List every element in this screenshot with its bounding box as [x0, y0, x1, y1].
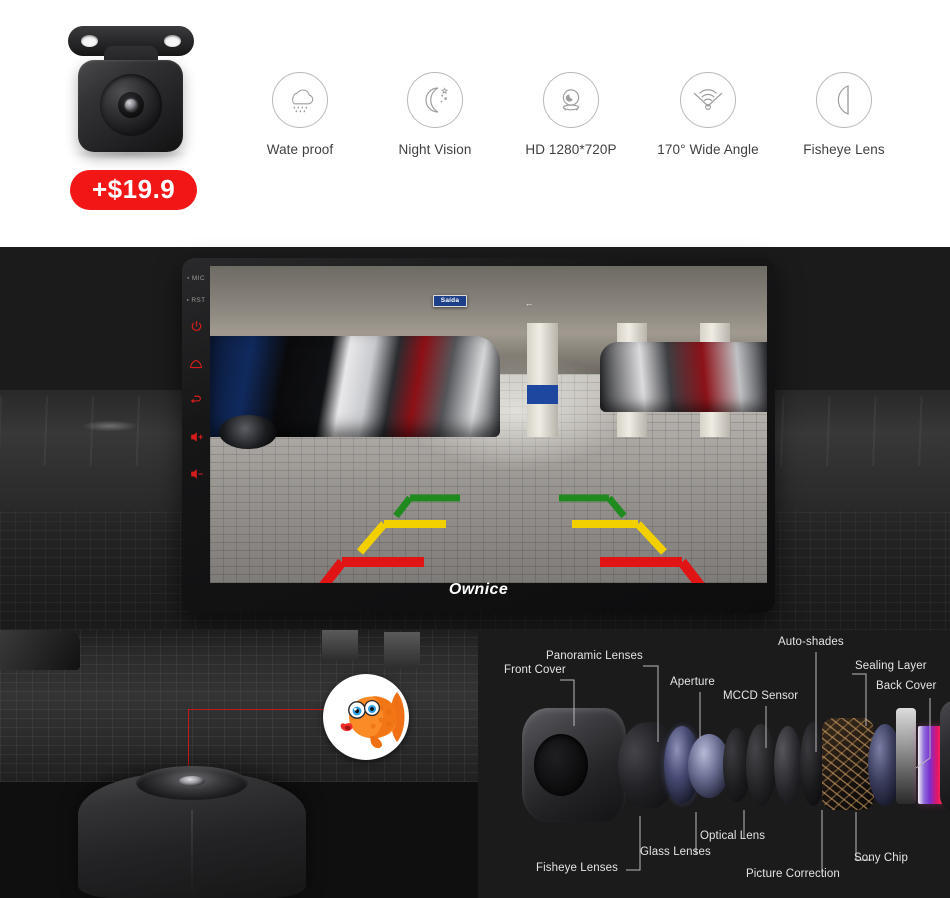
part-lens-spacer [774, 726, 802, 804]
feature-icon-circle [272, 72, 328, 128]
fisheye-dome [136, 766, 248, 800]
part-optical-lens-ring [746, 724, 776, 806]
mic-indicator: MIC [182, 275, 210, 283]
callout-line-vertical [188, 709, 189, 771]
garage-crate [322, 630, 358, 660]
label-sony-chip: Sony Chip [854, 852, 908, 864]
volume-up-icon[interactable] [182, 431, 210, 446]
feature-item-wide-angle[interactable]: 170° Wide Angle [647, 72, 769, 157]
reset-indicator[interactable]: RST [182, 297, 210, 305]
feature-icon-circle [680, 72, 736, 128]
part-circuit-board [822, 718, 874, 810]
label-fisheye-lenses: Fisheye Lenses [536, 862, 618, 874]
label-mccd-sensor: MCCD Sensor [723, 690, 799, 702]
label-panoramic-lenses: Panoramic Lenses [546, 650, 643, 662]
feature-icon-circle [816, 72, 872, 128]
feature-label: Fisheye Lens [803, 142, 885, 157]
feature-item-resolution[interactable]: HD 1280*720P [510, 72, 632, 157]
camera-drop-shadow [72, 148, 188, 160]
wide-angle-icon [693, 89, 723, 111]
part-back-cover [940, 700, 950, 812]
label-front-cover: Front Cover [504, 664, 566, 676]
rear-camera-view: Saída ← [210, 266, 767, 583]
label-back-cover: Back Cover [876, 680, 937, 692]
feature-label: Night Vision [398, 142, 472, 157]
exploded-camera-diagram: Front Cover Panoramic Lenses Aperture MC… [478, 630, 950, 898]
label-picture-correction: Picture Correction [746, 868, 840, 880]
home-icon[interactable] [182, 358, 210, 373]
fisheye-lens-eye [179, 776, 205, 786]
camera-lens-outer-ring [100, 74, 162, 136]
rain-cloud-icon [292, 89, 314, 113]
label-auto-shades: Auto-shades [778, 636, 844, 648]
camera-lens-glass [125, 99, 137, 111]
feature-item-waterproof[interactable]: Wate proof [240, 72, 360, 157]
head-unit-button-column: MIC RST [182, 258, 210, 613]
camera-body-seam [191, 810, 193, 898]
moon-stars-icon [425, 87, 449, 113]
feature-label: 170° Wide Angle [657, 142, 759, 157]
label-sealing-layer: Sealing Layer [855, 660, 927, 672]
features-section: +$19.9 Wate proof Night Vision HD 1280*7… [0, 0, 950, 247]
fisheye-camera-closeup [78, 766, 306, 898]
volume-down-icon[interactable] [182, 468, 210, 483]
feature-label: HD 1280*720P [525, 142, 617, 157]
price-badge[interactable]: +$19.9 [70, 170, 198, 210]
camera-body [78, 60, 183, 152]
feature-icon-circle [407, 72, 463, 128]
ownice-brand-logo: Ownice [448, 581, 509, 598]
garage-crate [384, 632, 420, 668]
feature-icon-row: Wate proof Night Vision HD 1280*720P 170… [240, 72, 940, 182]
parked-car-silhouette [0, 630, 80, 670]
feature-icon-circle [543, 72, 599, 128]
feature-item-fisheye[interactable]: Fisheye Lens [783, 72, 905, 157]
goldfish-icon [340, 692, 405, 749]
label-optical-lens: Optical Lens [700, 830, 766, 842]
part-auto-shades [896, 708, 916, 804]
parking-guide-lines [319, 494, 705, 583]
camera-product-image [46, 10, 214, 170]
feature-item-night-vision[interactable]: Night Vision [375, 72, 495, 157]
goldfish-badge [323, 674, 409, 760]
back-arrow-icon[interactable] [182, 394, 210, 409]
camera-lens-icon [562, 89, 580, 111]
camera-lens-barrel [118, 92, 144, 118]
label-glass-lenses: Glass Lenses [640, 846, 711, 858]
fisheye-lens-icon [837, 85, 849, 115]
product-marketing-page: +$19.9 Wate proof Night Vision HD 1280*7… [0, 0, 950, 898]
feature-label: Wate proof [266, 142, 334, 157]
callout-line-horizontal [188, 709, 330, 710]
part-front-cover [522, 708, 626, 822]
head-unit-screen[interactable]: Saída ← [210, 266, 767, 583]
label-aperture: Aperture [670, 676, 715, 688]
car-head-unit[interactable]: MIC RST [182, 258, 775, 613]
power-icon[interactable] [182, 320, 210, 336]
